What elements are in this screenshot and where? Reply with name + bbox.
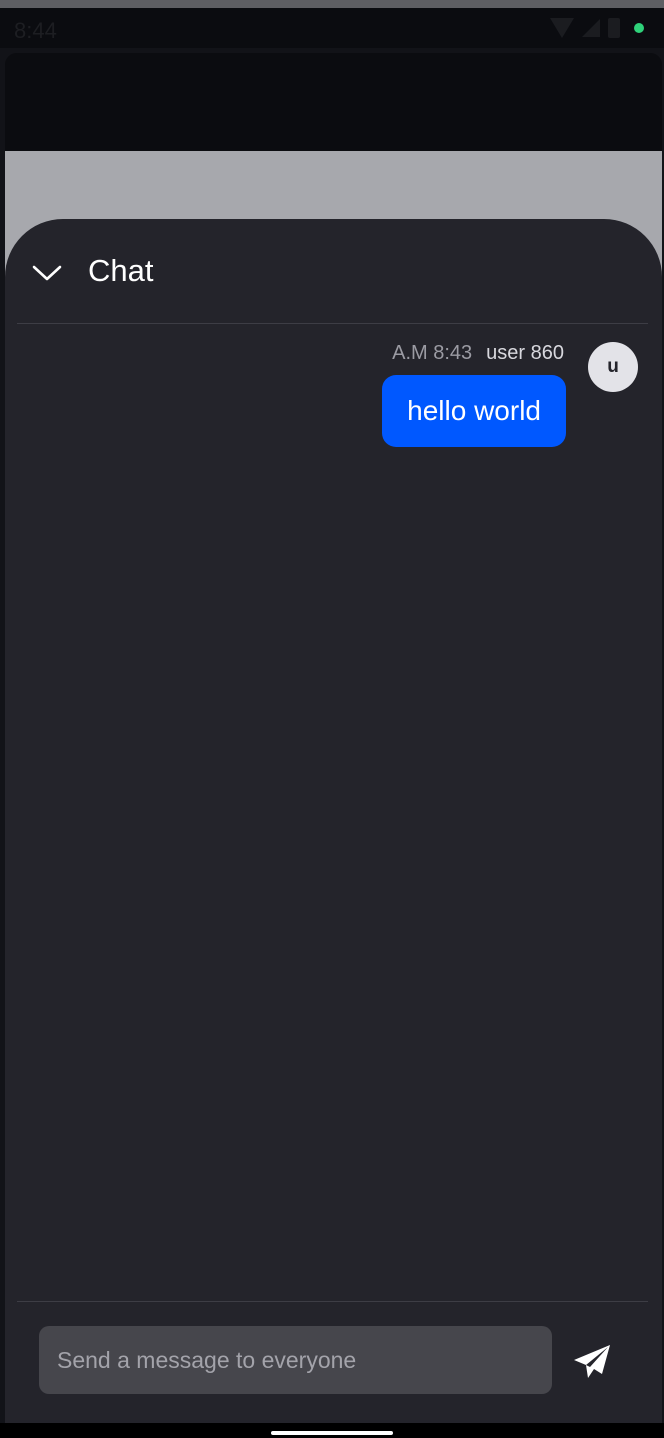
message-bubble[interactable]: hello world — [382, 375, 566, 447]
status-icons — [550, 18, 644, 38]
message-timestamp: A.M 8:43 — [392, 342, 473, 364]
battery-icon — [608, 18, 620, 38]
chevron-down-icon — [32, 265, 62, 281]
signal-icon — [582, 19, 600, 37]
privacy-dot-icon — [634, 23, 644, 33]
message-input[interactable] — [39, 1326, 552, 1394]
wifi-icon — [550, 18, 574, 38]
app-header — [5, 53, 662, 151]
status-bar: 8:44 — [0, 8, 664, 48]
home-indicator[interactable] — [271, 1431, 393, 1435]
status-time: 8:44 — [14, 18, 57, 43]
chat-message: A.M 8:43 user 860 hello world u — [382, 342, 638, 447]
message-body: A.M 8:43 user 860 hello world — [382, 342, 566, 447]
chat-header: Chat — [5, 219, 662, 323]
chat-sheet: Chat A.M 8:43 user 860 hello world u — [5, 219, 662, 1423]
navigation-bar — [0, 1423, 664, 1438]
message-list[interactable]: A.M 8:43 user 860 hello world u — [5, 324, 662, 1300]
message-meta: A.M 8:43 user 860 — [392, 342, 564, 365]
send-button[interactable] — [568, 1338, 616, 1386]
avatar[interactable]: u — [588, 342, 638, 392]
message-composer — [5, 1302, 662, 1423]
app-window: Chat A.M 8:43 user 860 hello world u — [5, 53, 662, 1423]
send-icon — [574, 1345, 610, 1378]
top-edge — [0, 0, 664, 8]
chat-title: Chat — [88, 253, 154, 288]
message-sender: user 860 — [486, 342, 564, 364]
device-screen: 8:44 Chat A.M 8:43 user 860 hello world … — [0, 0, 664, 1438]
collapse-chat-button[interactable] — [29, 255, 65, 291]
